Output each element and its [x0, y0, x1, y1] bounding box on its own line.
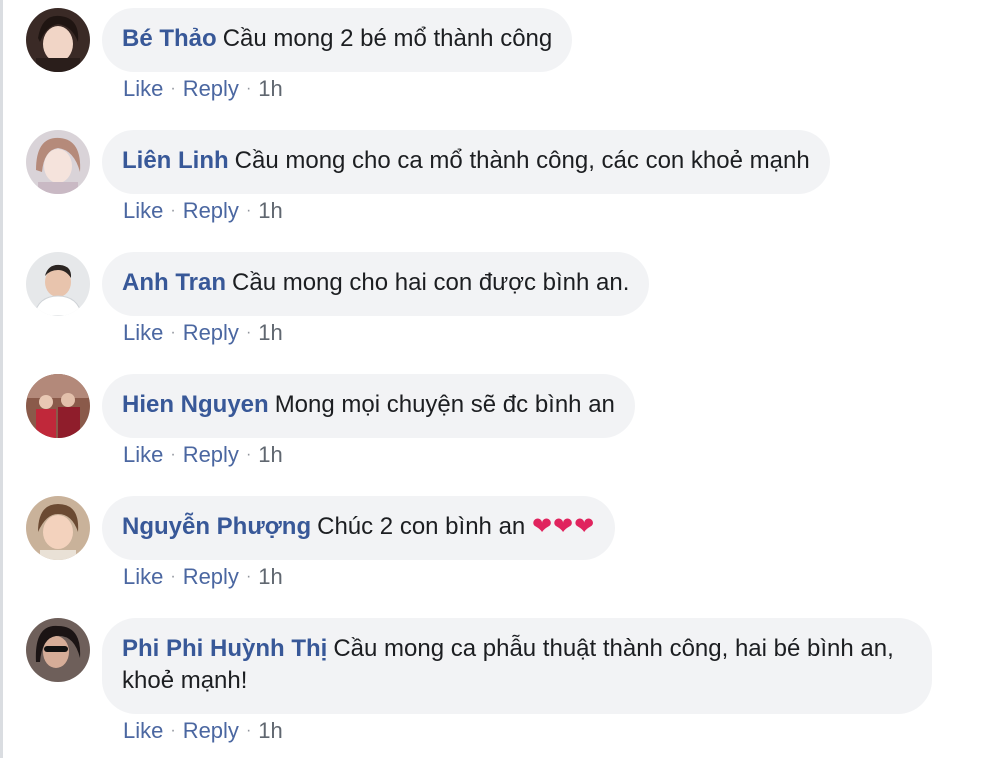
comment-timestamp[interactable]: 1h [258, 76, 282, 101]
comment-timestamp[interactable]: 1h [258, 718, 282, 743]
comment-author-link[interactable]: Phi Phi Huỳnh Thị [122, 635, 327, 662]
comment-author-link[interactable]: Anh Tran [122, 269, 226, 296]
avatar[interactable] [26, 618, 90, 682]
avatar[interactable] [26, 8, 90, 72]
avatar[interactable] [26, 252, 90, 316]
avatar-photo-icon [26, 252, 90, 316]
like-link[interactable]: Like [123, 718, 163, 743]
comment-timestamp[interactable]: 1h [258, 320, 282, 345]
avatar-photo-icon [26, 374, 90, 438]
reply-link[interactable]: Reply [183, 320, 239, 345]
comment-author-link[interactable]: Hien Nguyen [122, 391, 269, 418]
comment-text: Chúc 2 con bình an [317, 513, 526, 540]
comment-text: Mong mọi chuyện sẽ đc bình an [274, 391, 615, 418]
comment-bubble: Bé Thảo Cầu mong 2 bé mổ thành công [102, 8, 573, 72]
avatar[interactable] [26, 130, 90, 194]
comment-bubble: Nguyễn Phượng Chúc 2 con bình an ❤❤❤ [102, 496, 616, 560]
separator-dot: · [245, 568, 252, 585]
comment-timestamp[interactable]: 1h [258, 198, 282, 223]
like-link[interactable]: Like [123, 564, 163, 589]
comment-actions: Like · Reply · 1h [123, 320, 283, 349]
separator-dot: · [245, 722, 252, 739]
reply-link[interactable]: Reply [183, 76, 239, 101]
like-link[interactable]: Like [123, 442, 163, 467]
separator-dot: · [170, 202, 176, 219]
comment-bubble: Anh Tran Cầu mong cho hai con được bình a… [102, 252, 650, 316]
comment-bubble: Hien Nguyen Mong mọi chuyện sẽ đc bình an [102, 374, 635, 438]
comment-text: Cầu mong cho ca mổ thành công, các con k… [234, 147, 810, 174]
separator-dot: · [170, 722, 176, 739]
comment-actions: Like · Reply · 1h [123, 198, 283, 227]
separator-dot: · [245, 80, 252, 97]
comment-author-link[interactable]: Liên Linh [122, 147, 229, 174]
thread-divider-line [0, 0, 3, 758]
comment-author-link[interactable]: Bé Thảo [122, 25, 217, 52]
avatar-photo-icon [26, 496, 90, 560]
heart-emoji-icon: ❤❤❤ [531, 513, 596, 540]
comment-bubble: Phi Phi Huỳnh Thị Cầu mong ca phẫu thuật … [102, 618, 932, 714]
comment-text: Cầu mong 2 bé mổ thành công [222, 25, 553, 52]
comment-actions: Like · Reply · 1h [123, 718, 283, 747]
separator-dot: · [170, 324, 176, 341]
reply-link[interactable]: Reply [183, 198, 239, 223]
comment-actions: Like · Reply · 1h [123, 564, 283, 593]
separator-dot: · [170, 568, 176, 585]
comment-thread: Bé Thảo Cầu mong 2 bé mổ thành công Like ·… [0, 0, 999, 758]
comment-timestamp[interactable]: 1h [258, 564, 282, 589]
avatar-photo-icon [26, 8, 90, 72]
separator-dot: · [170, 80, 176, 97]
reply-link[interactable]: Reply [183, 564, 239, 589]
like-link[interactable]: Like [123, 320, 163, 345]
separator-dot: · [245, 446, 252, 463]
comment-bubble: Liên Linh Cầu mong cho ca mổ thành công, … [102, 130, 830, 194]
like-link[interactable]: Like [123, 198, 163, 223]
avatar-photo-icon [26, 618, 90, 682]
comment-actions: Like · Reply · 1h [123, 442, 283, 471]
separator-dot: · [170, 446, 176, 463]
like-link[interactable]: Like [123, 76, 163, 101]
avatar-photo-icon [26, 130, 90, 194]
comment-actions: Like · Reply · 1h [123, 76, 283, 105]
avatar[interactable] [26, 496, 90, 560]
reply-link[interactable]: Reply [183, 718, 239, 743]
reply-link[interactable]: Reply [183, 442, 239, 467]
comment-text: Cầu mong cho hai con được bình an. [232, 269, 630, 296]
avatar[interactable] [26, 374, 90, 438]
comment-author-link[interactable]: Nguyễn Phượng [122, 513, 311, 540]
separator-dot: · [245, 202, 252, 219]
comment-timestamp[interactable]: 1h [258, 442, 282, 467]
separator-dot: · [245, 324, 252, 341]
